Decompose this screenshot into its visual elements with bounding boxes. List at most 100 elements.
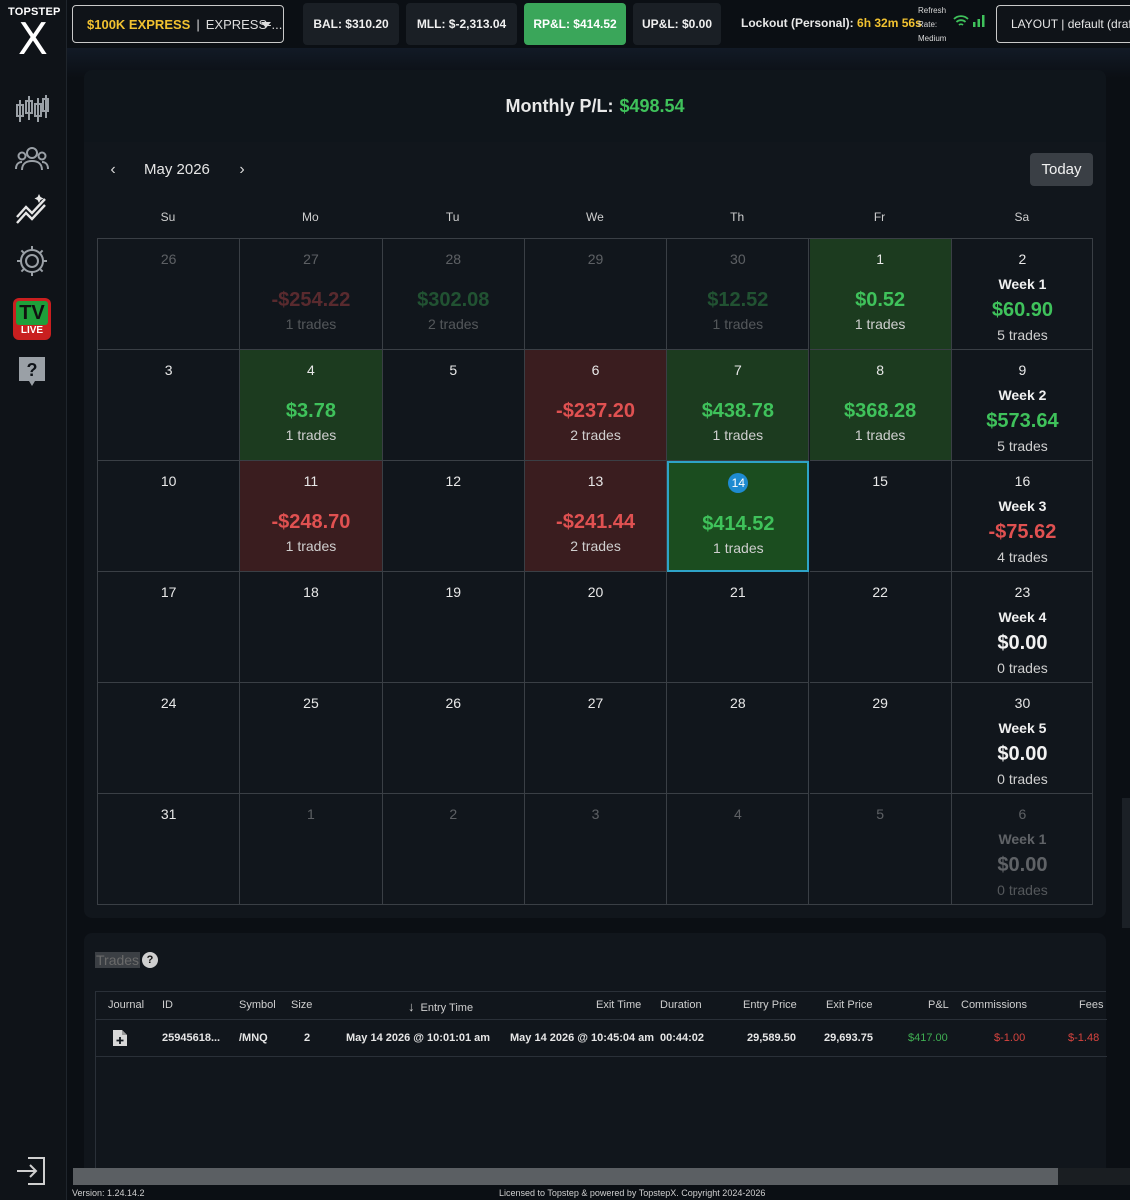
cell-size: 2 [304, 1032, 311, 1044]
day-number: 3 [164, 362, 173, 378]
day-number: 17 [160, 584, 177, 600]
help-icon[interactable]: ? [142, 952, 158, 968]
calendar-day-cell[interactable]: 5 [810, 794, 952, 905]
rpl-stat[interactable]: RP&L: $414.52 [524, 3, 626, 45]
calendar-day-cell[interactable]: 18 [240, 572, 383, 683]
scrollbar-thumb[interactable] [73, 1168, 1058, 1185]
col-fees[interactable]: Fees [1079, 999, 1103, 1011]
candlestick-icon[interactable] [14, 91, 50, 127]
trades-panel: Trades ? Journal ID Symbol Size ↓ Entry T… [84, 933, 1107, 1178]
calendar-day-cell[interactable]: 24 [98, 683, 241, 794]
version-text: Version: 1.24.14.2 [72, 1188, 145, 1198]
calendar-day-cell[interactable]: 25 [240, 683, 383, 794]
calendar-day-cell[interactable]: 26 [382, 683, 525, 794]
col-id[interactable]: ID [162, 999, 173, 1011]
prev-month-button[interactable]: ‹ [106, 162, 120, 178]
today-button[interactable]: Today [1030, 153, 1093, 186]
calendar-day-cell[interactable]: 29 [809, 683, 952, 794]
col-exit-time[interactable]: Exit Time [596, 999, 641, 1011]
mll-stat[interactable]: MLL: $-2,313.04 [406, 3, 517, 45]
calendar-day-cell[interactable]: 15 [809, 461, 952, 572]
col-journal[interactable]: Journal [108, 999, 144, 1011]
day-number: 28 [730, 695, 746, 711]
calendar-week-summary[interactable]: 16 Week 3 -$75.62 4 trades [951, 461, 1094, 572]
col-entry-time[interactable]: ↓ Entry Time [408, 999, 473, 1014]
calendar-day-cell[interactable]: 28 [667, 683, 810, 794]
col-exit-price[interactable]: Exit Price [826, 999, 872, 1011]
table-row[interactable]: 25945618... /MNQ 2 May 14 2026 @ 10:01:0… [96, 1019, 1107, 1057]
calendar-day-cell[interactable]: 19 [382, 572, 525, 683]
calendar-day-cell[interactable]: 3 [525, 794, 668, 905]
calendar-week-summary[interactable]: 9 Week 2 $573.64 5 trades [951, 350, 1094, 461]
upl-stat[interactable]: UP&L: $0.00 [633, 3, 721, 45]
col-duration[interactable]: Duration [660, 999, 702, 1011]
calendar-day-cell[interactable]: 5 [382, 350, 525, 461]
calendar-day-cell[interactable]: 20 [524, 572, 668, 683]
tv-live-icon[interactable]: TV LIVE [13, 298, 51, 340]
calendar-day-cell[interactable]: 21 [667, 572, 810, 683]
calendar-day-cell[interactable]: 1 [240, 794, 383, 905]
week-trade-count: 0 trades [997, 882, 1048, 898]
horizontal-scrollbar[interactable] [73, 1168, 1130, 1185]
community-icon[interactable] [14, 141, 50, 177]
topstepx-logo[interactable]: TOPSTEP X [8, 6, 60, 62]
week-pnl: $0.00 [997, 743, 1048, 765]
calendar-day-cell[interactable]: 27 -$254.22 1 trades [240, 239, 383, 350]
calendar-cell-content: 14 $414.52 1 trades [669, 463, 807, 570]
calendar-day-cell[interactable]: 22 [809, 572, 952, 683]
wifi-icon [953, 15, 969, 26]
col-entry-price[interactable]: Entry Price [743, 999, 797, 1011]
calendar-day-cell[interactable]: 3 [98, 350, 241, 461]
calendar-day-cell[interactable]: 13 -$241.44 2 trades [524, 461, 668, 572]
calendar-day-cell[interactable]: 1 $0.52 1 trades [809, 239, 952, 350]
col-size[interactable]: Size [291, 999, 312, 1011]
col-pnl[interactable]: P&L [928, 999, 949, 1011]
calendar-day-cell[interactable]: 27 [524, 683, 668, 794]
calendar-cell-content: 27 [525, 683, 666, 793]
calendar-cell-content: 18 [240, 572, 381, 682]
calendar-cell-content: 15 [810, 461, 951, 571]
refresh-rate[interactable]: Refresh Rate: Medium [918, 4, 946, 46]
calendar-day-cell[interactable]: 6 -$237.20 2 trades [524, 350, 668, 461]
calendar-day-cell[interactable]: 11 -$248.70 1 trades [240, 461, 383, 572]
calendar-cell-content: 3 [98, 350, 239, 460]
calendar-cell-content: 16 Week 3 -$75.62 4 trades [952, 461, 1093, 571]
calendar-day-cell[interactable]: 14 $414.52 1 trades [667, 461, 810, 572]
layout-select[interactable]: LAYOUT | default (draf [996, 5, 1130, 43]
calendar-day-cell[interactable]: 31 [98, 794, 241, 905]
calendar-cell-content: 17 [98, 572, 239, 682]
col-commissions[interactable]: Commissions [961, 999, 1027, 1011]
calendar-day-cell[interactable]: 26 [98, 239, 241, 350]
week-label: Week 1 [998, 831, 1047, 847]
col-symbol[interactable]: Symbol [239, 999, 276, 1011]
analytics-icon[interactable] [14, 190, 50, 226]
calendar-week-summary[interactable]: 30 Week 5 $0.00 0 trades [951, 683, 1094, 794]
logout-icon[interactable] [14, 1154, 48, 1188]
day-pnl: $12.52 [707, 289, 769, 311]
calendar-day-cell[interactable]: 4 $3.78 1 trades [240, 350, 383, 461]
calendar-day-cell[interactable]: 30 $12.52 1 trades [667, 239, 810, 350]
day-number: 6 [1018, 806, 1027, 822]
account-select[interactable]: $100K EXPRESS | EXPRESS-... [72, 5, 284, 43]
journal-add-icon[interactable] [112, 1029, 128, 1047]
calendar-day-cell[interactable]: 8 $368.28 1 trades [809, 350, 952, 461]
calendar-day-cell[interactable]: 12 [382, 461, 525, 572]
calendar-day-cell[interactable]: 2 [383, 794, 525, 905]
calendar-day-cell[interactable]: 29 [524, 239, 668, 350]
next-month-button[interactable]: › [235, 162, 249, 178]
calendar-day-cell[interactable]: 7 $438.78 1 trades [667, 350, 810, 461]
balance-stat[interactable]: BAL: $310.20 [303, 3, 399, 45]
settings-icon[interactable] [14, 243, 50, 279]
calendar-day-cell[interactable]: 28 $302.08 2 trades [382, 239, 525, 350]
vertical-scrollbar[interactable] [1122, 798, 1130, 928]
calendar-week-summary[interactable]: 6 Week 1 $0.00 0 trades [952, 794, 1093, 905]
help-icon[interactable]: ? [14, 353, 50, 389]
calendar-week-summary[interactable]: 2 Week 1 $60.90 5 trades [951, 239, 1094, 350]
week-label: Week 2 [998, 387, 1047, 403]
calendar-day-cell[interactable]: 17 [98, 572, 241, 683]
calendar-week-summary[interactable]: 23 Week 4 $0.00 0 trades [951, 572, 1094, 683]
calendar-day-cell[interactable]: 10 [98, 461, 241, 572]
day-number: 20 [587, 584, 604, 600]
calendar-day-cell[interactable]: 4 [667, 794, 810, 905]
refresh-line1: Refresh [918, 6, 947, 15]
